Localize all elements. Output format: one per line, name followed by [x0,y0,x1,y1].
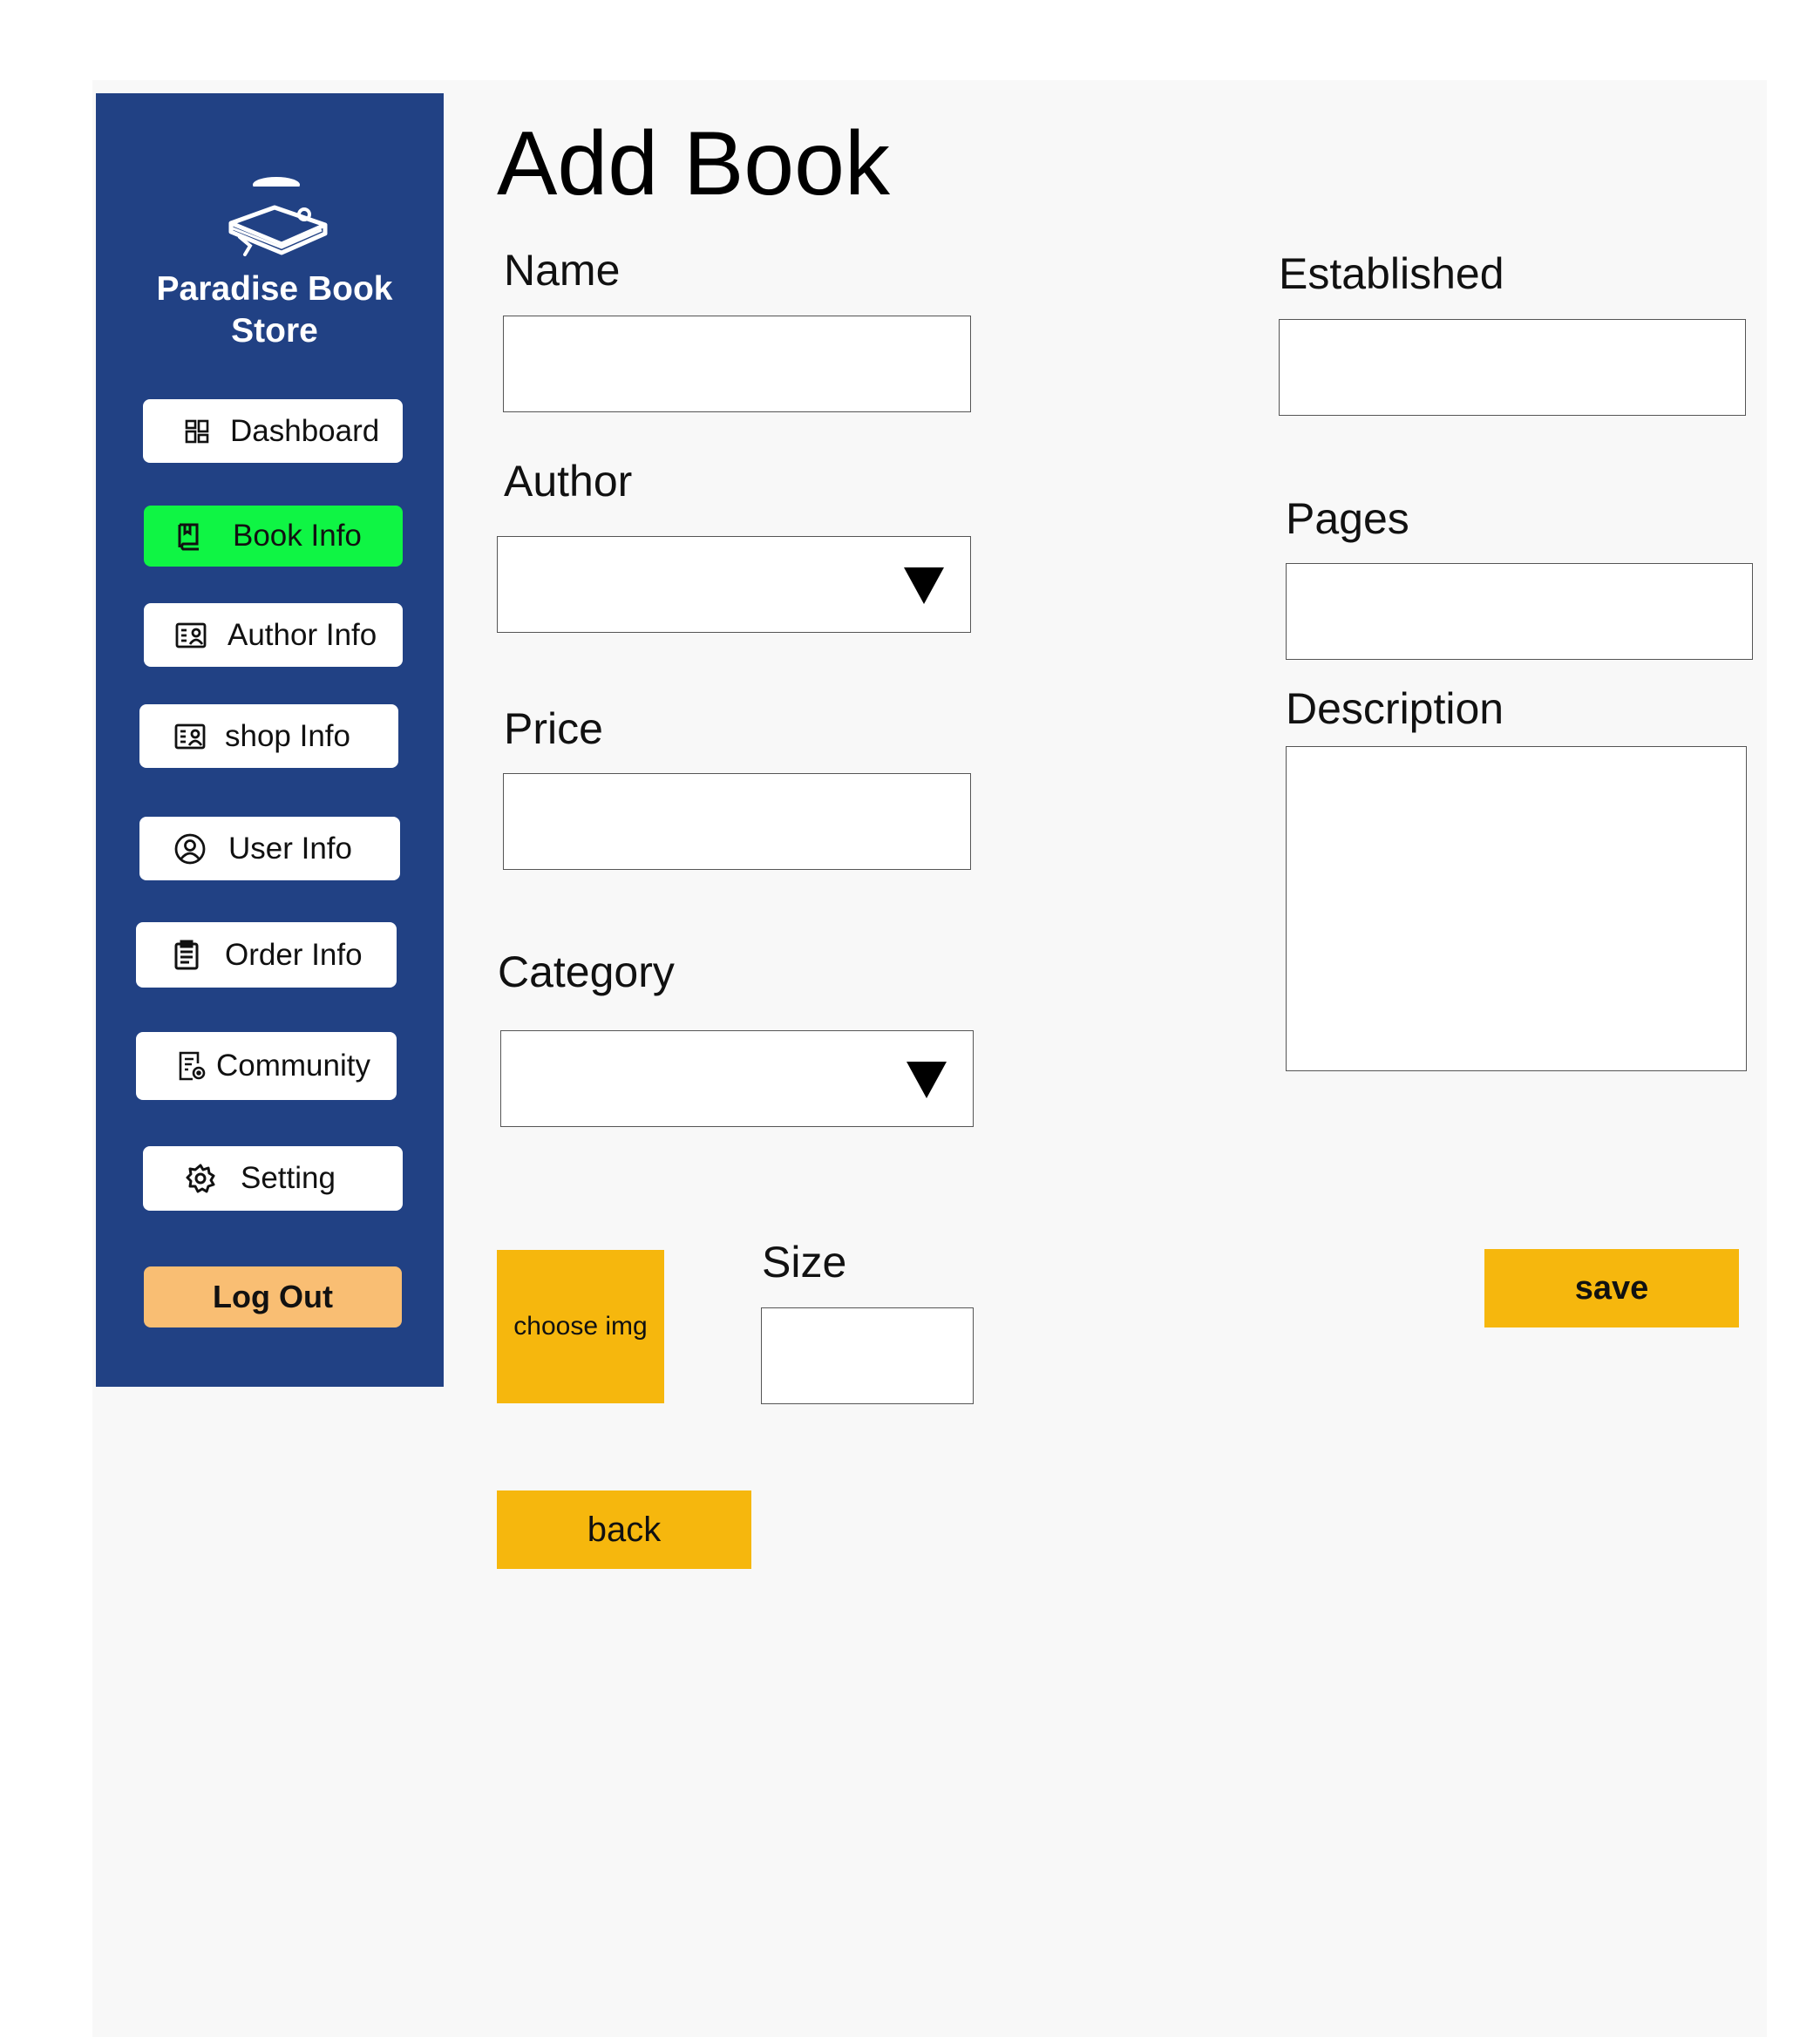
sidebar-item-shop-info[interactable]: shop Info [139,704,398,768]
user-circle-icon [171,830,209,868]
pages-label: Pages [1286,494,1409,543]
clipboard-icon [167,936,206,974]
size-field[interactable] [761,1307,974,1404]
description-label: Description [1286,684,1504,733]
book-icon [170,517,208,555]
sidebar-item-dashboard[interactable]: Dashboard [143,399,403,463]
name-field[interactable] [503,316,971,412]
gear-icon [181,1159,220,1198]
id-card-icon [171,717,209,756]
name-label: Name [504,246,621,295]
logout-button[interactable]: Log Out [144,1266,402,1327]
id-card-icon [172,616,210,655]
sidebar-item-label: Order Info [225,937,363,972]
author-label: Author [504,457,633,506]
caret-down-icon [904,567,944,604]
size-label: Size [762,1238,847,1287]
established-field[interactable] [1279,319,1746,416]
sidebar-item-community[interactable]: Community [136,1032,397,1100]
sidebar-item-label: Author Info [228,617,377,652]
sidebar-item-user-info[interactable]: User Info [139,817,400,880]
sidebar-item-setting[interactable]: Setting [143,1146,403,1211]
save-button[interactable]: save [1484,1249,1739,1327]
dashboard-icon [178,412,216,451]
sidebar-item-order-info[interactable]: Order Info [136,922,397,988]
brand-name: Paradise Book Store [156,270,393,350]
category-select[interactable] [500,1030,974,1127]
sidebar-item-label: shop Info [225,718,350,753]
document-settings-icon [173,1047,211,1085]
established-label: Established [1279,249,1504,298]
caret-down-icon [907,1061,947,1098]
page-title: Add Book [497,113,890,214]
sidebar-item-author-info[interactable]: Author Info [144,603,403,667]
description-field[interactable] [1286,746,1747,1071]
sidebar-item-label: Community [216,1049,370,1083]
category-label: Category [498,947,675,996]
choose-image-button[interactable]: choose img [497,1250,664,1403]
price-label: Price [504,704,603,753]
sidebar-item-label: Setting [241,1161,336,1195]
back-button[interactable]: back [497,1490,751,1569]
pages-field[interactable] [1286,563,1753,660]
sidebar-item-label: Book Info [233,519,362,553]
book-stack-logo-icon [228,177,328,256]
sidebar-item-label: User Info [228,831,352,866]
author-select[interactable] [497,536,971,633]
price-field[interactable] [503,773,971,870]
sidebar-item-label: Dashboard [230,413,380,448]
sidebar-item-book-info[interactable]: Book Info [144,506,403,567]
